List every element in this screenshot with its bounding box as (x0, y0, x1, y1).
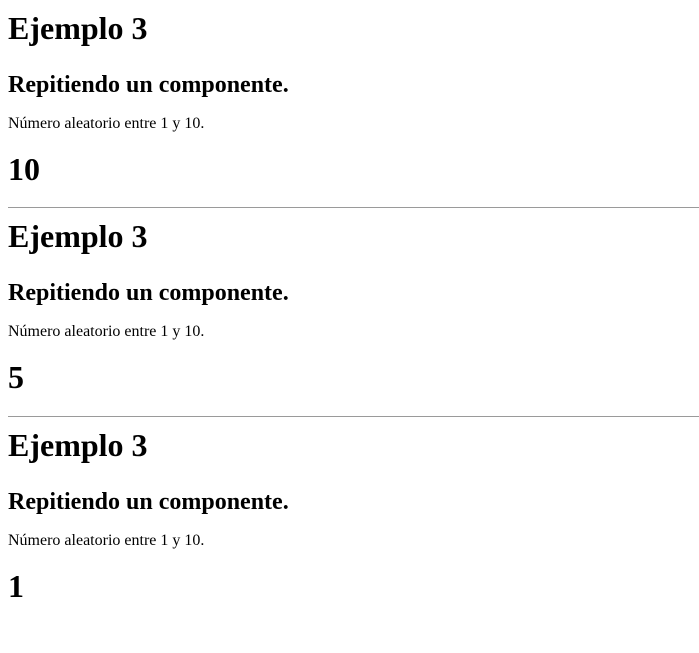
random-number: 10 (8, 151, 40, 187)
component-description: Número aleatorio entre 1 y 10. (8, 532, 205, 549)
component-title: Ejemplo 3 (8, 218, 148, 254)
component-title: Ejemplo 3 (8, 427, 148, 463)
component-subtitle: Repitiendo un componente. (8, 72, 289, 98)
random-number-component: Ejemplo 3 Repitiendo un componente. Núme… (8, 0, 699, 208)
page: Ejemplo 3 Repitiendo un componente. Núme… (0, 0, 699, 604)
random-number: 1 (8, 568, 24, 604)
component-subtitle: Repitiendo un componente. (8, 280, 289, 306)
random-number-component: Ejemplo 3 Repitiendo un componente. Núme… (8, 208, 699, 417)
component-description: Número aleatorio entre 1 y 10. (8, 115, 205, 132)
random-number-component: Ejemplo 3 Repitiendo un componente. Núme… (8, 417, 699, 604)
random-number: 5 (8, 359, 24, 395)
component-title: Ejemplo 3 (8, 10, 148, 46)
component-subtitle: Repitiendo un componente. (8, 489, 289, 515)
component-description: Número aleatorio entre 1 y 10. (8, 323, 205, 340)
